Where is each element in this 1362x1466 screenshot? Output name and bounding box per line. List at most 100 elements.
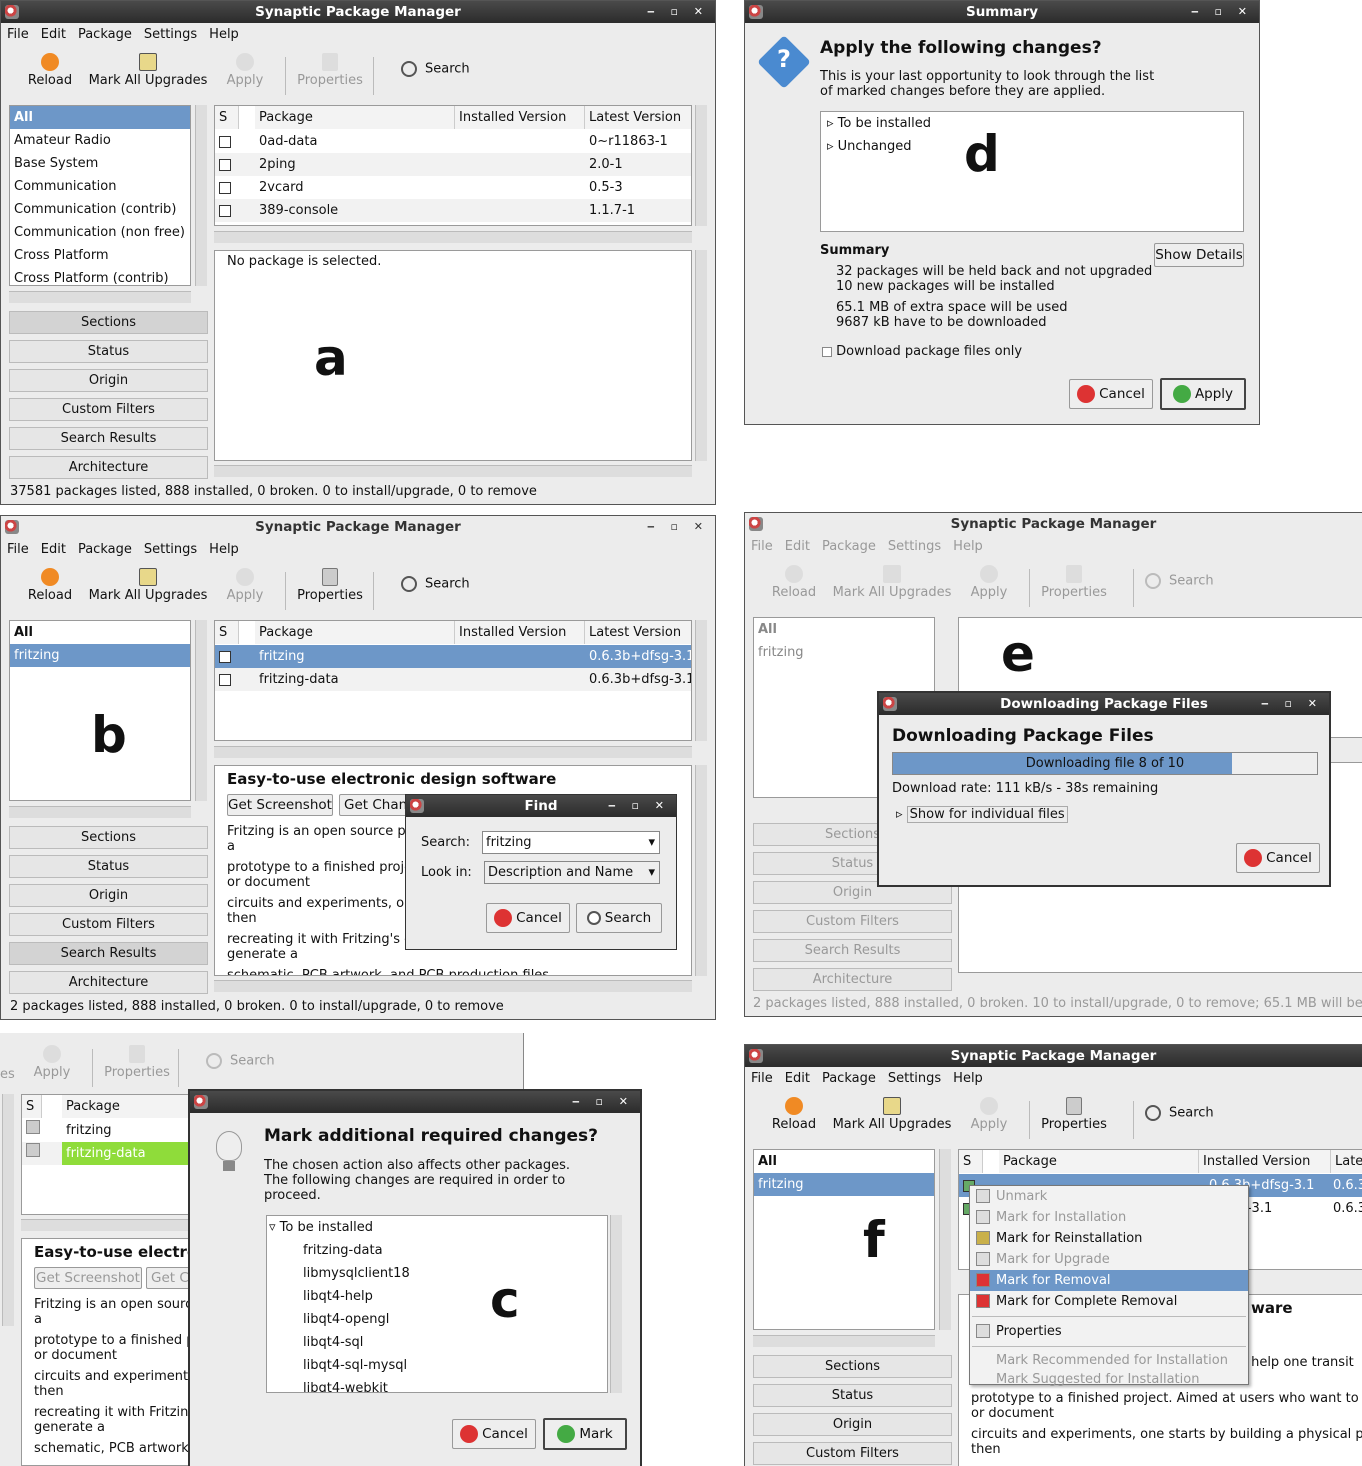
dropdown-arrow-icon[interactable]: ▾ [648,862,655,883]
section-item[interactable]: Cross Platform [10,244,190,267]
menu-file[interactable]: File [1,539,35,561]
col-latest[interactable]: Lates [1331,1150,1362,1173]
get-screenshot-button[interactable]: Get Screenshot [227,794,333,816]
tree-item[interactable]: ▹ To be installed [821,112,1243,135]
menu-help[interactable]: Help [947,1068,989,1090]
detail-scrollbar[interactable] [695,250,707,461]
title-bar[interactable]: Downloading Package Files ‒ ▫ ✕ [879,693,1329,715]
menu-file[interactable]: File [745,1068,779,1090]
filter-custom-button[interactable]: Custom Filters [9,913,208,936]
filter-architecture-button[interactable]: Architecture [9,971,208,994]
filter-custom-button[interactable]: Custom Filters [9,398,208,421]
properties-button[interactable]: Properties [100,1039,174,1080]
table-hscroll[interactable] [214,231,692,243]
cancel-button[interactable]: Cancel [1069,379,1153,409]
sections-scrollbar[interactable] [939,1149,951,1330]
checkbox[interactable] [219,135,231,148]
apply-button[interactable]: Apply [1160,378,1246,410]
window-controls[interactable]: ‒ ▫ ✕ [1191,1,1253,23]
download-only-checkbox[interactable]: Download package files only [822,344,1022,359]
properties-button[interactable]: Properties [1037,559,1111,600]
menu-edit[interactable]: Edit [779,1068,816,1090]
title-bar[interactable]: Synaptic Package Manager ‒ ▫ ✕ [1,1,715,23]
mark-all-upgrades-button[interactable]: Mark All Upgrades [831,559,953,600]
section-item[interactable]: All [10,106,190,129]
section-item[interactable]: fritzing [754,1173,934,1196]
menu-package[interactable]: Package [816,536,882,558]
col-latest[interactable]: Latest Version [585,621,691,644]
expander-icon[interactable]: ▿ [269,1220,276,1235]
menu-mark-install[interactable]: Mark for Installation [970,1207,1248,1228]
table-row[interactable]: fritzing-data 0.6.3b+dfsg-3.1 [215,668,691,691]
menu-settings[interactable]: Settings [138,24,203,46]
menu-mark-removal[interactable]: Mark for Removal [970,1270,1248,1291]
filter-search-results-button[interactable]: Search Results [753,939,952,962]
section-item[interactable]: Communication (contrib) [10,198,190,221]
section-item[interactable]: Cross Platform (contrib) [10,267,190,285]
filter-search-results-button[interactable]: Search Results [9,942,208,965]
checkbox[interactable] [219,650,231,663]
section-item[interactable]: fritzing [10,644,190,667]
detail-hscroll[interactable] [214,465,692,477]
col-package[interactable]: Package [999,1150,1199,1173]
filter-sections-button[interactable]: Sections [9,826,208,849]
title-bar[interactable]: Summary ‒ ▫ ✕ [745,1,1259,23]
reload-button[interactable]: Reload [765,559,823,600]
cancel-button[interactable]: Cancel [1236,843,1320,873]
filter-sections-button[interactable]: Sections [9,311,208,334]
title-bar[interactable]: ‒ ▫ ✕ [190,1091,640,1113]
properties-button[interactable]: Properties [1037,1091,1111,1132]
col-installed[interactable]: Installed Version [1199,1150,1331,1173]
title-bar[interactable]: Synaptic Package Manager ‒ ▫ ✕ [1,516,715,538]
filter-architecture-button[interactable]: Architecture [753,968,952,991]
menu-package[interactable]: Package [72,24,138,46]
col-installed[interactable]: Installed Version [455,621,585,644]
search-input[interactable]: fritzing ▾ [482,831,660,854]
search-button[interactable]: Search [576,903,662,933]
sections-hscroll[interactable] [9,806,191,818]
section-item[interactable]: All [10,621,190,644]
expander-icon[interactable]: ▹ [827,116,834,131]
apply-button[interactable]: Apply [219,47,271,88]
filter-custom-button[interactable]: Custom Filters [753,1442,952,1465]
tree-scrollbar[interactable] [610,1215,622,1393]
search-button[interactable]: Search [401,61,481,77]
filter-search-results-button[interactable]: Search Results [9,427,208,450]
col-package[interactable]: Package [255,106,455,129]
search-button[interactable]: Search [401,576,481,592]
filter-status-button[interactable]: Status [9,340,208,363]
section-item[interactable]: Communication [10,175,190,198]
mark-button[interactable]: Mark [543,1418,627,1450]
section-item[interactable]: Amateur Radio [10,129,190,152]
filter-status-button[interactable]: Status [753,1384,952,1407]
window-controls[interactable]: ‒ ▫ ✕ [647,516,709,538]
dropdown-arrow-icon[interactable]: ▾ [648,832,655,853]
filter-status-button[interactable]: Status [9,855,208,878]
section-item[interactable]: All [754,1150,934,1173]
apply-button[interactable]: Apply [26,1039,78,1080]
reload-button[interactable]: Reload [765,1091,823,1132]
window-controls[interactable]: ‒ ▫ ✕ [647,1,709,23]
reload-button[interactable]: Reload [21,562,79,603]
title-bar[interactable]: Synaptic Package Manager [745,513,1362,535]
menu-edit[interactable]: Edit [35,539,72,561]
window-controls[interactable]: ‒ ▫ ✕ [608,795,670,817]
col-status[interactable]: S [215,106,239,129]
properties-button[interactable]: Properties [293,562,367,603]
table-row[interactable]: 389-console 1.1.7-1 [215,199,691,222]
menu-mark-complete-removal[interactable]: Mark for Complete Removal [970,1291,1248,1312]
detail-scrollbar[interactable] [695,765,707,976]
show-files-expander[interactable]: ▹ Show for individual files [896,806,1068,823]
checkbox[interactable] [219,673,231,686]
cancel-button[interactable]: Cancel [452,1419,536,1449]
menu-unmark[interactable]: Unmark [970,1186,1248,1207]
title-bar[interactable]: Find ‒ ▫ ✕ [406,795,676,817]
table-row[interactable]: fritzing 0.6.3b+dfsg-3.1 [215,645,691,668]
sections-hscroll[interactable] [753,1335,935,1347]
section-item[interactable]: Base System [10,152,190,175]
title-bar[interactable]: Synaptic Package Manager [745,1045,1362,1067]
col-status[interactable]: S [22,1095,42,1118]
window-controls[interactable]: ‒ ▫ ✕ [1261,693,1323,715]
col-installed[interactable]: Installed Version [455,106,585,129]
filter-sections-button[interactable]: Sections [753,1355,952,1378]
